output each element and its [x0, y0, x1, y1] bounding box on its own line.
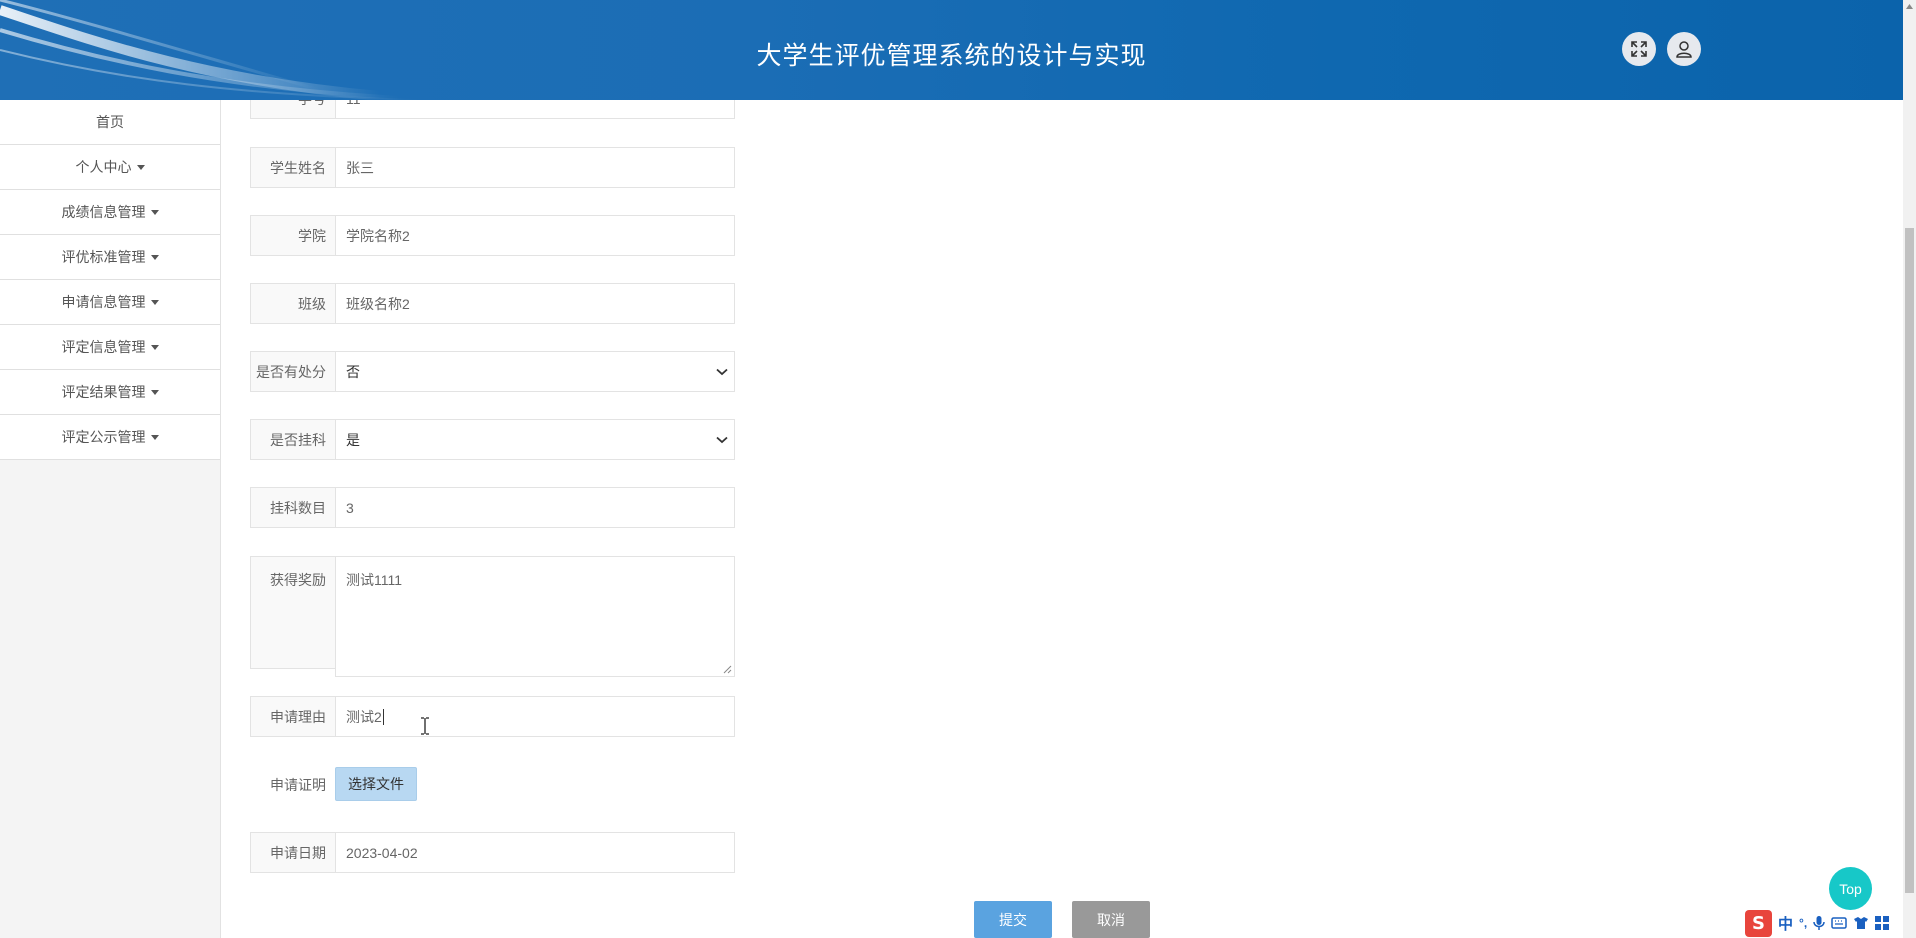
sidebar-item-label: 个人中心 — [75, 159, 132, 175]
reason-label: 申请理由 — [250, 696, 335, 737]
failed-label: 是否挂科 — [250, 419, 335, 460]
sidebar-item-publicity[interactable]: 评定公示管理 — [0, 415, 220, 460]
student-name-input[interactable]: 张三 — [335, 147, 735, 188]
page-scrollbar[interactable] — [1903, 0, 1916, 938]
caret-down-icon — [150, 299, 159, 305]
awards-textarea[interactable]: 测试1111 — [335, 556, 735, 677]
punished-label: 是否有处分 — [250, 351, 335, 392]
punished-select-value: 否 — [346, 363, 360, 380]
reason-input[interactable]: 测试2 — [335, 696, 735, 737]
toolbox-grid-icon[interactable] — [1875, 916, 1890, 930]
sidebar-item-home[interactable]: 首页 — [0, 100, 220, 145]
reason-input-value: 测试2 — [346, 708, 382, 725]
awards-textarea-value: 测试1111 — [346, 572, 403, 588]
caret-down-icon — [150, 389, 159, 395]
punished-select[interactable]: 否 — [335, 351, 735, 392]
form-row-student-name: 学生姓名 张三 — [250, 147, 735, 188]
failed-select-value: 是 — [346, 431, 360, 448]
sidebar-item-label: 评定公示管理 — [61, 429, 146, 445]
ime-mode-toggle[interactable]: 中 — [1778, 913, 1793, 934]
user-icon — [1676, 41, 1692, 58]
sidebar-item-label: 首页 — [96, 114, 124, 130]
sidebar-item-evaluations[interactable]: 评定信息管理 — [0, 325, 220, 370]
form-row-awards: 获得奖励 测试1111 — [250, 556, 735, 677]
sidebar-item-personal-center[interactable]: 个人中心 — [0, 145, 220, 190]
failed-select[interactable]: 是 — [335, 419, 735, 460]
student-name-label: 学生姓名 — [250, 147, 335, 188]
class-label: 班级 — [250, 283, 335, 324]
user-menu-button[interactable] — [1667, 32, 1701, 66]
expand-icon — [1631, 41, 1647, 57]
date-input[interactable]: 2023-04-02 — [335, 832, 735, 873]
ibeam-cursor-icon — [421, 717, 429, 735]
caret-down-icon — [150, 434, 159, 440]
caret-down-icon — [150, 344, 159, 350]
form-row-college: 学院 学院名称2 — [250, 215, 735, 256]
cancel-button[interactable]: 取消 — [1072, 901, 1150, 938]
microphone-icon[interactable] — [1813, 915, 1825, 931]
form-row-failed: 是否挂科 是 — [250, 419, 735, 460]
sidebar-item-criteria[interactable]: 评优标准管理 — [0, 235, 220, 280]
sidebar-item-label: 评定信息管理 — [61, 339, 146, 355]
sogou-ime-logo-icon[interactable]: S — [1745, 909, 1772, 937]
sidebar-item-label: 成绩信息管理 — [61, 204, 146, 220]
page-title: 大学生评优管理系统的设计与实现 — [756, 42, 1147, 70]
ime-toolbar: S 中 °, — [1743, 908, 1903, 938]
app-header: 大学生评优管理系统的设计与实现 — [0, 0, 1903, 100]
submit-button[interactable]: 提交 — [974, 901, 1052, 938]
form-row-failed-count: 挂科数目 3 — [250, 487, 735, 528]
class-input[interactable]: 班级名称2 — [335, 283, 735, 324]
caret-down-icon — [150, 254, 159, 260]
college-input[interactable]: 学院名称2 — [335, 215, 735, 256]
scrollbar-thumb[interactable] — [1905, 228, 1914, 893]
fullscreen-button[interactable] — [1622, 32, 1656, 66]
sidebar-item-results[interactable]: 评定结果管理 — [0, 370, 220, 415]
scroll-up-arrow-icon[interactable] — [1906, 4, 1913, 9]
sidebar-item-grades[interactable]: 成绩信息管理 — [0, 190, 220, 235]
form-row-class: 班级 班级名称2 — [250, 283, 735, 324]
chevron-down-icon — [716, 436, 728, 443]
ime-punct-toggle[interactable]: °, — [1799, 916, 1807, 930]
college-label: 学院 — [250, 215, 335, 256]
awards-label: 获得奖励 — [250, 556, 335, 669]
form-row-date: 申请日期 2023-04-02 — [250, 832, 735, 873]
text-caret — [382, 708, 384, 725]
caret-down-icon — [150, 209, 159, 215]
date-label: 申请日期 — [250, 832, 335, 873]
form-row-punished: 是否有处分 否 — [250, 351, 735, 392]
form-row-reason: 申请理由 测试2 — [250, 696, 735, 737]
sidebar-item-applications[interactable]: 申请信息管理 — [0, 280, 220, 325]
failed-count-label: 挂科数目 — [250, 487, 335, 528]
proof-label: 申请证明 — [270, 776, 326, 793]
sidebar-item-label: 评定结果管理 — [61, 384, 146, 400]
failed-count-input[interactable]: 3 — [335, 487, 735, 528]
form-row-proof: 申请证明 选择文件 — [250, 764, 735, 805]
resize-grip-icon[interactable] — [723, 665, 732, 674]
keyboard-icon[interactable] — [1831, 917, 1847, 929]
chevron-down-icon — [716, 368, 728, 375]
sidebar-item-label: 申请信息管理 — [61, 294, 146, 310]
back-to-top-button[interactable]: Top — [1829, 867, 1872, 910]
skin-shirt-icon[interactable] — [1853, 916, 1869, 930]
sidebar: 首页 个人中心 成绩信息管理 评优标准管理 申请信息管理 评定信息管理 评定结果… — [0, 100, 221, 938]
choose-file-button[interactable]: 选择文件 — [335, 767, 417, 801]
caret-down-icon — [136, 164, 145, 170]
sidebar-item-label: 评优标准管理 — [61, 249, 146, 265]
